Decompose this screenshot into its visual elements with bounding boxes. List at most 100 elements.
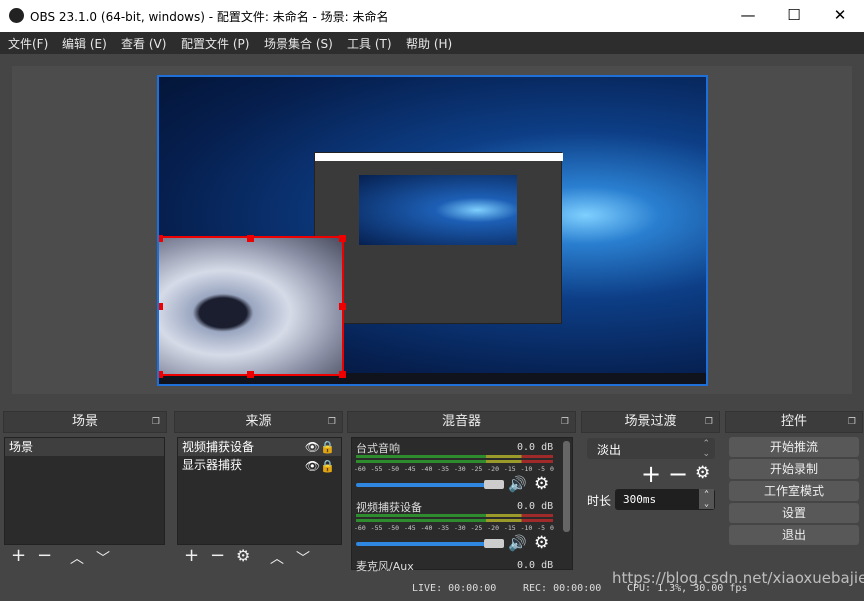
mixer-channel-name: 麦克风/Aux [356, 560, 414, 573]
float-icon[interactable]: ❐ [152, 412, 160, 432]
dock-title: 场景 [71, 414, 98, 429]
add-scene-icon[interactable]: + [11, 545, 26, 566]
start-recording-button[interactable]: 开始录制 [729, 459, 859, 479]
mixer-settings-gear-icon[interactable]: ⚙ [534, 533, 549, 553]
menu-help[interactable]: 帮助 (H) [406, 35, 452, 52]
meter-tick-label: -55 [370, 465, 383, 473]
mixer-settings-gear-icon[interactable]: ⚙ [534, 474, 549, 494]
source-item[interactable]: 视频捕获设备 👁🔒 [178, 438, 341, 456]
live-time: LIVE: 00:00:00 [412, 583, 497, 594]
float-icon[interactable]: ❐ [328, 412, 336, 432]
meter-tick-label: -35 [437, 465, 450, 473]
meter-tick-label: -10 [520, 465, 533, 473]
remove-source-icon[interactable]: − [210, 545, 225, 566]
dock-title: 混音器 [441, 414, 481, 429]
desktop-taskbar [159, 373, 706, 384]
visibility-eye-icon lock-icon[interactable]: 👁🔒 [305, 457, 335, 475]
scene-item[interactable]: 场景 [5, 438, 164, 456]
resize-handle[interactable] [339, 371, 346, 378]
resize-handle[interactable] [247, 371, 254, 378]
move-down-icon[interactable]: ﹀ [296, 548, 310, 568]
preview-canvas[interactable] [157, 75, 708, 386]
mixer-channel-db: 0.0 dB [517, 560, 554, 571]
volume-meter [356, 455, 553, 458]
duration-input[interactable]: 300ms ⌃ ⌄ [615, 489, 715, 510]
transition-value: 淡出 [597, 443, 622, 457]
add-transition-icon[interactable]: + [641, 460, 661, 488]
video-capture-source-selected[interactable] [159, 236, 344, 376]
speaker-icon[interactable]: 🔊 [508, 534, 527, 552]
menu-file[interactable]: 文件(F) [8, 35, 48, 52]
add-source-icon[interactable]: + [184, 545, 199, 566]
source-settings-gear-icon[interactable]: ⚙ [236, 546, 250, 565]
source-item[interactable]: 显示器捕获 👁🔒 [178, 456, 341, 474]
source-name: 显示器捕获 [182, 458, 243, 472]
resize-handle[interactable] [247, 235, 254, 242]
meter-tick-label: -25 [470, 524, 483, 532]
transition-select[interactable]: 淡出 ⌃ ⌄ [587, 438, 715, 459]
meter-tick-label: -20 [487, 524, 499, 532]
menu-view[interactable]: 查看 (V) [121, 35, 166, 52]
visibility-eye-icon lock-icon[interactable]: 👁🔒 [305, 438, 335, 456]
move-up-icon[interactable]: ︿ [70, 548, 84, 568]
transition-settings-gear-icon[interactable]: ⚙ [695, 463, 710, 483]
mixer-dock-header: 混音器 ❐ [347, 411, 576, 433]
volume-slider[interactable] [356, 483, 502, 487]
obs-logo-icon [9, 8, 24, 23]
maximize-button[interactable]: ☐ [771, 0, 817, 32]
remove-transition-icon[interactable]: − [668, 460, 688, 488]
scenes-list[interactable]: 场景 [4, 437, 165, 545]
menu-edit[interactable]: 编辑 (E) [62, 35, 107, 52]
float-icon[interactable]: ❐ [705, 412, 713, 432]
meter-tick-label: -15 [503, 524, 516, 532]
menu-scene-collection[interactable]: 场景集合 (S) [264, 35, 333, 52]
mixer-channel-name: 视频捕获设备 [356, 501, 422, 514]
exit-button[interactable]: 退出 [729, 525, 859, 545]
move-up-icon[interactable]: ︿ [270, 548, 284, 568]
mixer-scrollbar[interactable] [563, 441, 570, 532]
remove-scene-icon[interactable]: − [37, 545, 52, 566]
transitions-dock-header: 场景过渡 ❐ [581, 411, 720, 433]
resize-handle[interactable] [159, 303, 163, 310]
meter-tick-label: -5 [537, 465, 546, 473]
speaker-icon[interactable]: 🔊 [508, 475, 527, 493]
minimize-button[interactable]: — [725, 0, 771, 32]
meter-tick-label: -30 [453, 465, 466, 473]
move-down-icon[interactable]: ﹀ [96, 548, 110, 568]
meter-tick-label: -20 [487, 465, 499, 473]
volume-slider[interactable] [356, 542, 502, 546]
meter-tick-label: -5 [537, 524, 546, 532]
resize-handle[interactable] [339, 303, 346, 310]
meter-tick-label: -45 [403, 465, 416, 473]
source-name: 视频捕获设备 [182, 440, 255, 454]
settings-button[interactable]: 设置 [729, 503, 859, 523]
meter-tick-label: -50 [387, 465, 400, 473]
close-button[interactable]: ✕ [817, 0, 863, 32]
meter-tick-label: -60 [354, 524, 366, 532]
duration-stepper[interactable]: ⌃ ⌄ [699, 489, 714, 509]
sources-dock-header: 来源 ❐ [174, 411, 343, 433]
mixer-channel-db: 0.0 dB [517, 501, 554, 512]
meter-tick-label: 0 [549, 465, 554, 473]
meter-tick-label: -30 [453, 524, 466, 532]
resize-handle[interactable] [159, 371, 163, 378]
volume-slider-handle[interactable] [484, 480, 504, 489]
float-icon[interactable]: ❐ [848, 412, 856, 432]
meter-tick-label: -40 [420, 465, 433, 473]
float-icon[interactable]: ❐ [561, 412, 569, 432]
menu-tools[interactable]: 工具 (T) [347, 35, 392, 52]
meter-tick-label: -15 [503, 465, 516, 473]
start-streaming-button[interactable]: 开始推流 [729, 437, 859, 457]
rec-time: REC: 00:00:00 [523, 583, 602, 594]
meter-tick-label: 0 [549, 524, 554, 532]
dock-title: 场景过渡 [624, 414, 677, 429]
sources-list[interactable]: 视频捕获设备 👁🔒 显示器捕获 👁🔒 [177, 437, 342, 545]
resize-handle[interactable] [339, 235, 346, 242]
nested-obs-window [314, 152, 563, 324]
volume-slider-handle[interactable] [484, 539, 504, 548]
studio-mode-button[interactable]: 工作室模式 [729, 481, 859, 501]
resize-handle[interactable] [159, 235, 163, 242]
meter-tick-label: -10 [520, 524, 533, 532]
duration-label: 时长 [587, 494, 612, 508]
menu-profile[interactable]: 配置文件 (P) [181, 35, 249, 52]
